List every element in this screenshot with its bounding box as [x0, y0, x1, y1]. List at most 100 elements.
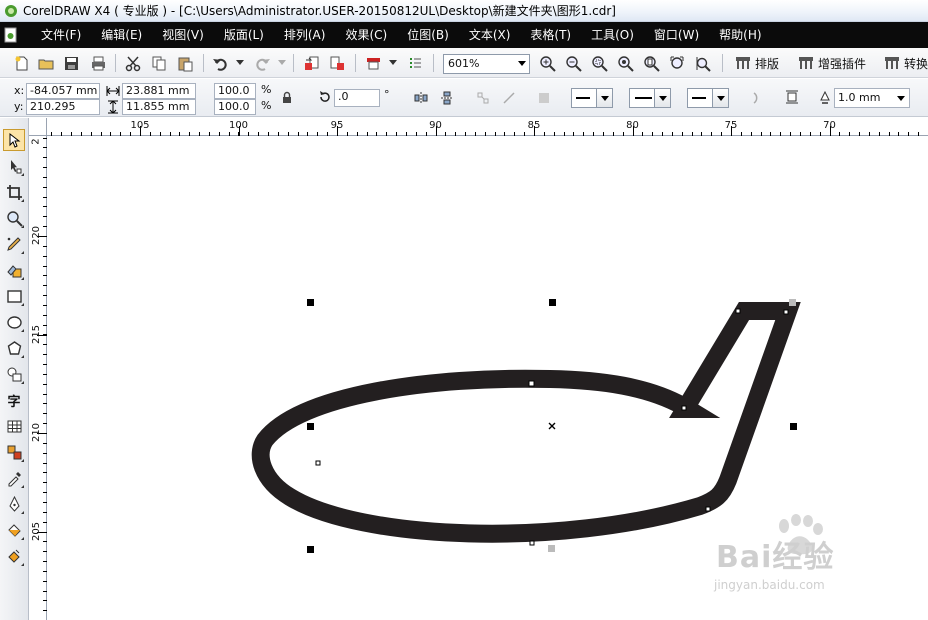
scale-x-field[interactable]: 100.0 [214, 83, 256, 99]
menu-effects[interactable]: 效果(C) [335, 22, 397, 48]
fill-tool[interactable] [3, 519, 25, 541]
ruler-minor-tick [416, 132, 417, 136]
basic-shapes-tool[interactable] [3, 363, 25, 385]
paste-icon[interactable] [174, 52, 196, 74]
menu-help[interactable]: 帮助(H) [709, 22, 771, 48]
zoom-to-page-width-icon[interactable] [666, 52, 688, 74]
zoom-tool[interactable] [3, 207, 25, 229]
smart-fill-tool[interactable] [3, 259, 25, 281]
polygon-icon [7, 340, 21, 355]
node-point[interactable] [528, 380, 535, 387]
redo-icon[interactable] [251, 52, 273, 74]
outline-tool[interactable] [3, 493, 25, 515]
ruler-minor-tick [603, 132, 604, 136]
node-point-selected[interactable] [789, 299, 796, 306]
menu-text[interactable]: 文本(X) [459, 22, 521, 48]
node-point[interactable] [681, 405, 687, 411]
x-position-field[interactable]: -84.057 mm [26, 83, 100, 99]
node-point-selected[interactable] [548, 545, 555, 552]
table-tool[interactable] [3, 415, 25, 437]
plugin-typesetting-button[interactable]: 排版 [735, 52, 779, 74]
mirror-vertical-icon[interactable] [440, 91, 454, 105]
end-arrowhead-select[interactable] [687, 88, 729, 108]
menu-edit[interactable]: 编辑(E) [91, 22, 152, 48]
launcher-dropdown-icon[interactable] [389, 57, 397, 69]
mirror-horizontal-icon[interactable] [414, 91, 428, 105]
save-icon[interactable] [60, 52, 82, 74]
vertical-ruler[interactable]: 2 220 215 210 205 [29, 136, 47, 620]
start-arrowhead-select[interactable] [571, 88, 613, 108]
undo-icon[interactable] [209, 52, 231, 74]
blend-tool[interactable] [3, 441, 25, 463]
interactive-fill-tool[interactable] [3, 545, 25, 567]
object-height-field[interactable]: 11.855 mm [122, 99, 196, 115]
menu-tools[interactable]: 工具(O) [581, 22, 644, 48]
scale-y-field[interactable]: 100.0 [214, 99, 256, 115]
outline-style-select[interactable] [629, 88, 671, 108]
object-width-field[interactable]: 23.881 mm [122, 83, 196, 99]
zoom-to-page-height-icon[interactable] [692, 52, 714, 74]
drawing-canvas[interactable]: Bai经验 jingyan.baidu.com [48, 137, 928, 620]
menu-file[interactable]: 文件(F) [31, 22, 91, 48]
copy-icon[interactable] [148, 52, 170, 74]
plugin-enhance-button[interactable]: 增强插件 [798, 52, 866, 74]
horizontal-ruler[interactable]: 105 100 95 90 85 80 75 70 [47, 118, 928, 136]
print-icon[interactable] [87, 52, 109, 74]
zoom-to-selected-icon[interactable] [588, 52, 610, 74]
eyedropper-tool[interactable] [3, 467, 25, 489]
polygon-tool[interactable] [3, 337, 25, 359]
pick-tool[interactable] [3, 129, 25, 151]
ruler-origin-corner[interactable] [29, 118, 47, 136]
crop-tool[interactable] [3, 181, 25, 203]
zoom-level-select[interactable]: 601% [443, 54, 530, 74]
selection-handle-top-left[interactable] [307, 299, 314, 306]
redo-dropdown-icon[interactable] [278, 57, 286, 69]
open-icon[interactable] [35, 52, 57, 74]
rotation-angle-field[interactable]: .0 [334, 89, 380, 107]
node-point[interactable] [705, 506, 711, 512]
menu-arrange[interactable]: 排列(A) [274, 22, 336, 48]
ruler-minor-tick [485, 132, 486, 136]
selection-handle-middle-right[interactable] [790, 423, 797, 430]
menu-layout[interactable]: 版面(L) [214, 22, 274, 48]
zoom-to-all-objects-icon[interactable] [614, 52, 636, 74]
ellipse-tool[interactable] [3, 311, 25, 333]
undo-dropdown-icon[interactable] [236, 57, 244, 69]
selection-handle-top-center[interactable] [549, 299, 556, 306]
y-position-field[interactable]: 210.295 mm [26, 99, 100, 127]
zoom-out-icon[interactable] [562, 52, 584, 74]
rectangle-tool[interactable] [3, 285, 25, 307]
outline-width-select[interactable]: 1.0 mm [834, 88, 910, 108]
node-point[interactable] [315, 460, 321, 466]
zoom-to-page-icon[interactable] [640, 52, 662, 74]
export-icon[interactable] [326, 52, 348, 74]
new-icon[interactable] [10, 52, 32, 74]
plugin-convert-button[interactable]: 转换 [884, 52, 928, 74]
ruler-minor-tick [898, 132, 899, 136]
ruler-minor-tick [317, 132, 318, 136]
node-point[interactable] [735, 308, 741, 314]
text-tool[interactable]: 字 [3, 389, 25, 411]
document-icon[interactable] [3, 27, 19, 43]
node-point[interactable] [783, 309, 789, 315]
application-launcher-icon[interactable] [362, 52, 384, 74]
menu-view[interactable]: 视图(V) [152, 22, 214, 48]
selection-handle-bottom-left[interactable] [307, 546, 314, 553]
menu-table[interactable]: 表格(T) [520, 22, 581, 48]
freehand-tool[interactable] [3, 233, 25, 255]
cup-outline-shape[interactable] [251, 302, 801, 543]
zoom-in-icon[interactable] [536, 52, 558, 74]
wrap-text-icon[interactable] [785, 90, 799, 104]
welcome-screen-icon[interactable] [404, 52, 426, 74]
toolbar-separator [433, 54, 434, 72]
selection-handle-middle-left[interactable] [307, 423, 314, 430]
import-icon[interactable] [300, 52, 322, 74]
menu-window[interactable]: 窗口(W) [644, 22, 709, 48]
menu-bitmaps[interactable]: 位图(B) [397, 22, 459, 48]
lock-ratio-icon[interactable] [280, 91, 294, 105]
shape-tool[interactable] [3, 155, 25, 177]
ruler-minor-tick [219, 132, 220, 136]
node-point[interactable] [529, 540, 535, 546]
ruler-minor-tick [43, 275, 47, 276]
cut-icon[interactable] [122, 52, 144, 74]
